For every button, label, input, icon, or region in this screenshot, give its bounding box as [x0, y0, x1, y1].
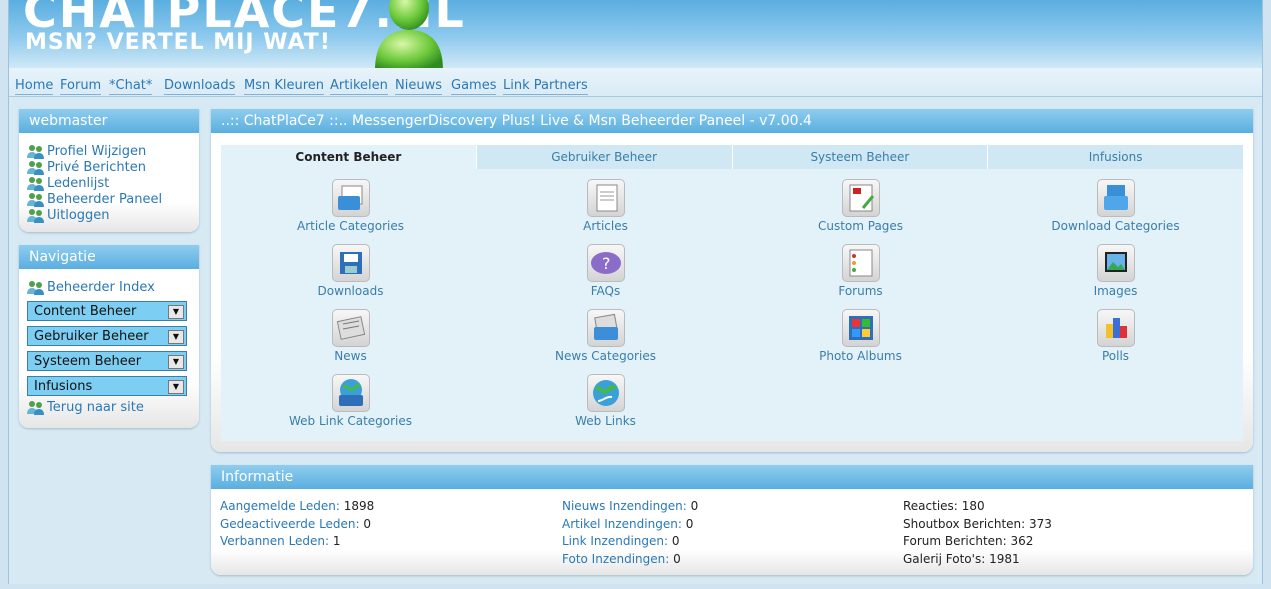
images-icon[interactable]: [1096, 244, 1135, 282]
web-link-categories-icon[interactable]: [331, 374, 370, 412]
info-stat: Reacties: 180: [903, 499, 985, 513]
user-box: webmaster Profiel Wijzigen Privé Bericht…: [19, 109, 199, 232]
download-categories-item[interactable]: Download Categories: [988, 179, 1243, 233]
chevron-down-icon[interactable]: ▼: [168, 330, 184, 344]
users-icon: [27, 208, 44, 223]
tab-infusions[interactable]: Infusions: [987, 145, 1243, 169]
admin-index-link[interactable]: Beheerder Index: [19, 279, 199, 295]
info-stat: Artikel Inzendingen: 0: [562, 516, 694, 531]
page-frame: CHATPLACE7.NL MSN? VERTEL MIJ WAT! Home …: [8, 0, 1263, 584]
info-stat: Verbannen Leden: 1: [220, 534, 341, 548]
news-categories-item[interactable]: News Categories: [478, 309, 733, 363]
navigation-box: Navigatie Beheerder Index Content Beheer…: [19, 245, 199, 428]
polls-icon[interactable]: [1096, 309, 1135, 347]
nav-nieuws-link[interactable]: Nieuws: [395, 78, 442, 95]
private-messages-link[interactable]: Privé Berichten: [27, 159, 199, 175]
nav-link-partners-link[interactable]: Link Partners: [503, 78, 588, 95]
tab-gebruiker-beheer[interactable]: Gebruiker Beheer: [475, 145, 732, 169]
nav-msn-kleuren-link[interactable]: Msn Kleuren: [244, 78, 325, 95]
web-links-item[interactable]: Web Links: [478, 374, 733, 428]
custom-pages-icon[interactable]: [841, 179, 880, 217]
forums-icon[interactable]: [841, 244, 880, 282]
faqs-item[interactable]: ? FAQs: [478, 244, 733, 298]
infusions-dropdown[interactable]: Infusions ▼: [27, 376, 187, 396]
nav-forum-link[interactable]: Forum: [60, 78, 102, 95]
info-stat: Foto Inzendingen: 0: [562, 551, 681, 566]
users-icon: [27, 160, 44, 175]
site-header: CHATPLACE7.NL MSN? VERTEL MIJ WAT!: [9, 0, 1262, 68]
info-column-submissions: Nieuws Inzendingen: 0 Artikel Inzendinge…: [562, 498, 698, 568]
article-categories-icon[interactable]: [331, 179, 370, 217]
admin-panel: ..:: ChatPlaCe7 ::.. MessengerDiscovery …: [211, 109, 1253, 452]
admin-tabs: Content Beheer Gebruiker Beheer Systeem …: [221, 145, 1243, 169]
photo-albums-item[interactable]: Photo Albums: [733, 309, 988, 363]
info-stat: Nieuws Inzendingen: 0: [562, 499, 699, 513]
information-box: Informatie Aangemelde Leden: 1898 Gedeac…: [211, 465, 1253, 575]
downloads-icon[interactable]: [331, 244, 370, 282]
content-beheer-dropdown[interactable]: Content Beheer ▼: [27, 301, 187, 321]
admin-panel-title: ..:: ChatPlaCe7 ::.. MessengerDiscovery …: [211, 109, 1253, 133]
polls-item[interactable]: Polls: [988, 309, 1243, 363]
news-item[interactable]: News: [223, 309, 478, 363]
users-icon: [27, 400, 44, 415]
info-stat: Shoutbox Berichten: 373: [903, 516, 1052, 531]
images-item[interactable]: Images: [988, 244, 1243, 298]
custom-pages-item[interactable]: Custom Pages: [733, 179, 988, 233]
info-stat: Link Inzendingen: 0: [562, 534, 680, 548]
memberlist-link[interactable]: Ledenlijst: [27, 175, 199, 191]
users-icon: [27, 192, 44, 207]
user-box-title: webmaster: [19, 109, 199, 133]
news-icon[interactable]: [331, 309, 370, 347]
gebruiker-beheer-dropdown[interactable]: Gebruiker Beheer ▼: [27, 326, 187, 346]
chevron-down-icon[interactable]: ▼: [168, 380, 184, 394]
systeem-beheer-dropdown[interactable]: Systeem Beheer ▼: [27, 351, 187, 371]
back-to-site-link[interactable]: Terug naar site: [19, 399, 199, 415]
profile-edit-link[interactable]: Profiel Wijzigen: [27, 143, 199, 159]
web-link-categories-item[interactable]: Web Link Categories: [223, 374, 478, 428]
tab-systeem-beheer[interactable]: Systeem Beheer: [731, 145, 988, 169]
chevron-down-icon[interactable]: ▼: [168, 305, 184, 319]
svg-text:?: ?: [602, 254, 611, 273]
nav-downloads-link[interactable]: Downloads: [164, 78, 236, 95]
nav-home-link[interactable]: Home: [15, 78, 54, 95]
photo-albums-icon[interactable]: [841, 309, 880, 347]
info-stat: Galerij Foto's: 1981: [903, 551, 1020, 566]
users-icon: [27, 280, 44, 295]
nav-chat-link[interactable]: *Chat*: [109, 78, 153, 95]
web-links-icon[interactable]: [586, 374, 625, 412]
info-stat: Aangemelde Leden: 1898: [220, 499, 375, 513]
download-categories-icon[interactable]: [1096, 179, 1135, 217]
chevron-down-icon[interactable]: ▼: [168, 355, 184, 369]
articles-item[interactable]: Articles: [478, 179, 733, 233]
faqs-icon[interactable]: ?: [586, 244, 625, 282]
news-categories-icon[interactable]: [586, 309, 625, 347]
tab-content-beheer[interactable]: Content Beheer: [221, 145, 476, 169]
site-tagline: MSN? VERTEL MIJ WAT!: [25, 30, 331, 55]
logout-link[interactable]: Uitloggen: [27, 207, 199, 223]
articles-icon[interactable]: [586, 179, 625, 217]
info-column-members: Aangemelde Leden: 1898 Gedeactiveerde Le…: [220, 498, 374, 551]
information-box-title: Informatie: [211, 465, 1253, 489]
info-stat: Forum Berichten: 362: [903, 534, 1034, 548]
forums-item[interactable]: Forums: [733, 244, 988, 298]
article-categories-item[interactable]: Article Categories: [223, 179, 478, 233]
info-stat: Gedeactiveerde Leden: 0: [220, 516, 372, 531]
users-icon: [27, 176, 44, 191]
navigation-box-title: Navigatie: [19, 245, 199, 269]
msn-buddy-icon: [375, 0, 443, 68]
top-navigation: Home Forum *Chat* Downloads Msn Kleuren …: [9, 68, 1262, 97]
admin-panel-link[interactable]: Beheerder Paneel: [27, 191, 199, 207]
nav-artikelen-link[interactable]: Artikelen: [330, 78, 388, 95]
info-column-content: Reacties: 180 Shoutbox Berichten: 373 Fo…: [903, 498, 1052, 568]
admin-icon-grid: Article Categories Articles Custom Pages…: [221, 169, 1243, 441]
users-icon: [27, 144, 44, 159]
downloads-item[interactable]: Downloads: [223, 244, 478, 298]
nav-games-link[interactable]: Games: [451, 78, 497, 95]
